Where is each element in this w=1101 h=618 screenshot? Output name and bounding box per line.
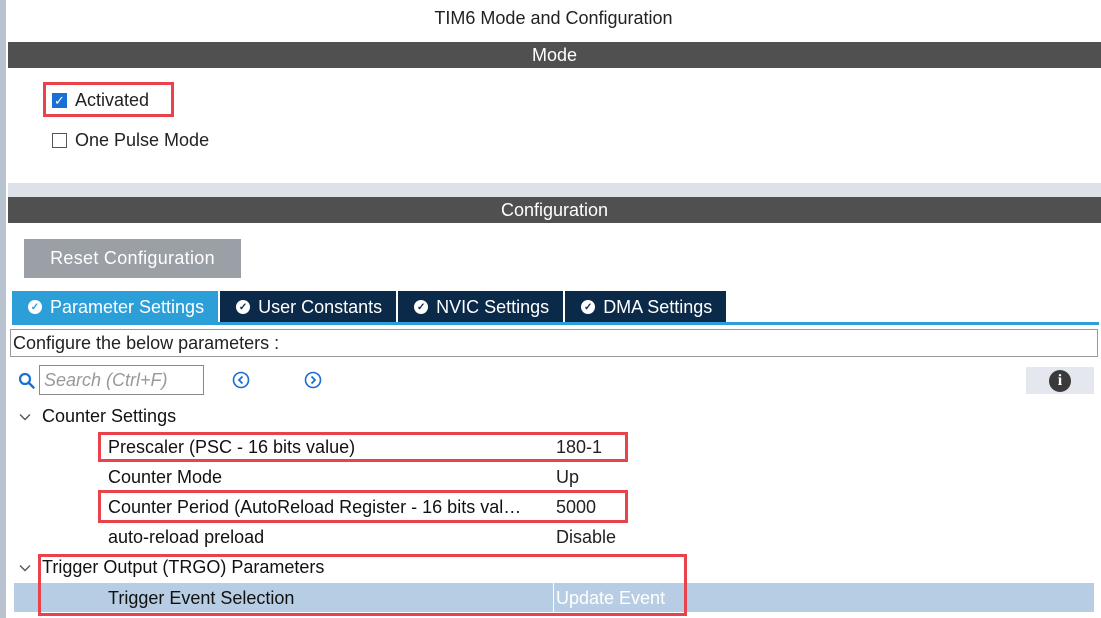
group-counter-settings[interactable]: Counter Settings [18, 406, 176, 427]
activated-label: Activated [75, 90, 150, 110]
param-value-counter-period[interactable]: 5000 [556, 497, 596, 518]
tab-user-constants[interactable]: ✓ User Constants [220, 291, 397, 323]
info-icon: i [1049, 369, 1071, 392]
check-circle-icon: ✓ [581, 300, 596, 314]
panel-title: TIM6 Mode and Configuration [434, 8, 673, 28]
info-button[interactable]: i [1026, 367, 1094, 394]
check-circle-icon: ✓ [28, 300, 42, 314]
configuration-section-header: Configuration [8, 197, 1101, 223]
tab-dma-settings[interactable]: ✓ DMA Settings [565, 291, 727, 323]
reset-configuration-button[interactable]: Reset Configuration [24, 239, 241, 278]
tab-underline [12, 322, 1099, 325]
chevron-down-icon[interactable] [18, 561, 32, 575]
param-name-trigger-event-selection[interactable]: Trigger Event Selection [108, 588, 294, 609]
search-input[interactable] [39, 365, 204, 395]
activated-checkbox[interactable]: ✓ [52, 93, 67, 108]
section-separator [8, 183, 1101, 197]
param-value-auto-reload-preload[interactable]: Disable [556, 527, 616, 548]
param-name-prescaler[interactable]: Prescaler (PSC - 16 bits value) [108, 437, 355, 458]
activated-checkbox-row[interactable]: ✓ Activated [52, 90, 149, 111]
config-tabs: ✓ Parameter Settings ✓ User Constants ✓ … [12, 291, 728, 323]
chevron-down-icon[interactable] [18, 410, 32, 424]
param-name-counter-period[interactable]: Counter Period (AutoReload Register - 16… [108, 497, 521, 518]
tab-label: DMA Settings [603, 296, 713, 317]
parameters-description: Configure the below parameters : [10, 329, 1098, 357]
tab-label: Parameter Settings [50, 296, 205, 317]
group-trigger-output[interactable]: Trigger Output (TRGO) Parameters [18, 557, 324, 578]
param-value-trigger-event-selection[interactable]: Update Event [556, 588, 665, 609]
check-circle-icon: ✓ [236, 300, 251, 314]
previous-result-icon[interactable] [232, 371, 250, 389]
tab-label: User Constants [258, 296, 383, 317]
tab-nvic-settings[interactable]: ✓ NVIC Settings [398, 291, 564, 323]
mode-area [8, 68, 1101, 183]
tab-label: NVIC Settings [436, 296, 550, 317]
next-result-icon[interactable] [304, 371, 322, 389]
search-icon[interactable] [18, 372, 36, 390]
param-value-counter-mode[interactable]: Up [556, 467, 579, 488]
param-name-counter-mode[interactable]: Counter Mode [108, 467, 222, 488]
one-pulse-checkbox-row[interactable]: One Pulse Mode [52, 130, 209, 151]
tab-parameter-settings[interactable]: ✓ Parameter Settings [12, 291, 219, 323]
check-circle-icon: ✓ [414, 300, 429, 314]
group-label: Trigger Output (TRGO) Parameters [42, 557, 325, 577]
param-name-auto-reload-preload[interactable]: auto-reload preload [108, 527, 264, 548]
column-divider [553, 583, 554, 612]
group-label: Counter Settings [42, 406, 177, 426]
window-left-border [0, 0, 6, 618]
mode-section-header: Mode [8, 42, 1101, 68]
one-pulse-checkbox[interactable] [52, 133, 67, 148]
param-value-prescaler[interactable]: 180-1 [556, 437, 602, 458]
one-pulse-label: One Pulse Mode [75, 130, 210, 150]
